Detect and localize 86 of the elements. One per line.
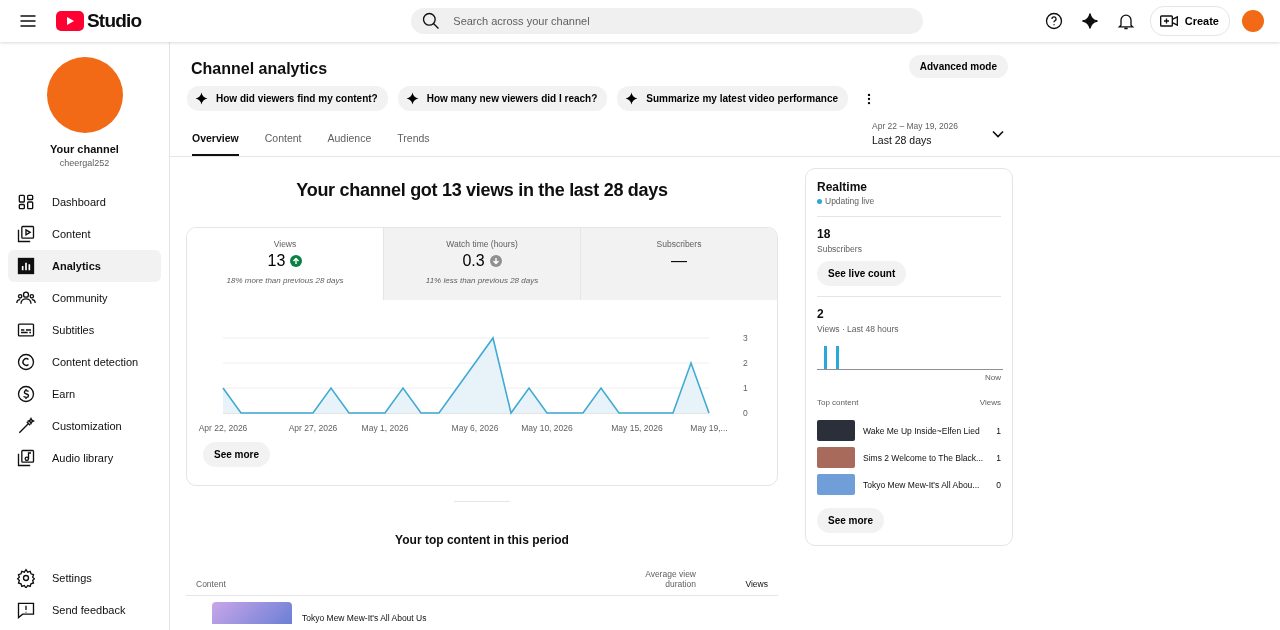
sidebar-item[interactable]: Customization xyxy=(8,410,161,442)
video-title[interactable]: Tokyo Mew Mew-It's All Abou... xyxy=(863,479,989,490)
see-more-button[interactable]: See more xyxy=(817,508,885,533)
sidebar-item[interactable]: Subtitles xyxy=(8,314,161,346)
sparkle-icon xyxy=(1079,11,1100,31)
sidebar-item[interactable]: Community xyxy=(8,282,161,314)
sidebar-item[interactable]: Dashboard xyxy=(8,186,161,218)
y-tick-label: 2 xyxy=(743,358,748,368)
column-header[interactable]: Views xyxy=(696,579,768,589)
x-tick-label: May 10, 2026 xyxy=(521,423,573,433)
sparkle-icon xyxy=(625,92,639,105)
advanced-mode-button[interactable]: Advanced mode xyxy=(908,54,1008,78)
views-count: 2 xyxy=(817,307,825,321)
see-more-button[interactable]: See more xyxy=(203,442,271,467)
audio-icon xyxy=(16,448,36,468)
tab[interactable]: Audience xyxy=(327,124,372,156)
arrow-down-icon xyxy=(489,255,502,267)
suggestion-chip[interactable]: How did viewers find my content? xyxy=(187,86,388,111)
metric-tab[interactable]: Watch time (hours) 0.3 11% less than previous 28 days xyxy=(383,228,580,300)
page-title: Channel analytics xyxy=(191,60,328,78)
views-label: Views · Last 48 hours xyxy=(817,324,900,334)
customization-icon xyxy=(16,416,36,436)
y-tick-label: 0 xyxy=(743,408,748,418)
x-tick-label: Apr 27, 2026 xyxy=(288,423,338,433)
x-tick-label: May 15, 2026 xyxy=(611,423,663,433)
y-tick-label: 3 xyxy=(743,333,748,343)
metric-tab[interactable]: Subscribers — xyxy=(580,228,777,300)
live-status: Updating live xyxy=(825,196,875,206)
thumbnail-placeholder[interactable] xyxy=(817,420,855,441)
tab[interactable]: Content xyxy=(264,124,302,156)
video-title[interactable]: Wake Me Up Inside~Elfen Lied xyxy=(863,425,989,436)
sparkle-icon xyxy=(195,92,208,105)
video-title[interactable]: Tokyo Mew Mew-It's All About Us xyxy=(302,613,427,623)
subscriber-count: 18 xyxy=(817,227,832,241)
content-icon xyxy=(16,224,36,244)
sidebar-item[interactable]: Settings xyxy=(8,562,161,594)
x-tick-label: May 6, 2026 xyxy=(451,423,499,433)
top-content-label: Top content xyxy=(817,398,859,407)
x-tick-label: May 1, 2026 xyxy=(361,423,409,433)
period-label[interactable]: Last 28 days xyxy=(872,134,958,146)
sidebar-item[interactable]: Content xyxy=(8,218,161,250)
sidebar-item[interactable]: Send feedback xyxy=(8,594,161,626)
dashboard-icon xyxy=(16,192,36,212)
column-header: Content xyxy=(196,579,227,589)
gear-icon xyxy=(16,568,36,588)
tab[interactable]: Trends xyxy=(397,124,430,156)
search-field[interactable]: Search across your channel xyxy=(411,8,924,34)
studio-logo-text: Studio xyxy=(87,10,142,32)
search-input[interactable]: Search across your channel xyxy=(451,14,914,28)
x-tick-label: May 19,... xyxy=(690,423,728,433)
sidebar-item[interactable]: Audio library xyxy=(8,442,161,474)
tab[interactable]: Overview xyxy=(192,124,239,156)
thumbnail-placeholder[interactable] xyxy=(817,474,855,495)
views-column-label: Views xyxy=(979,398,1001,407)
thumbnail-placeholder[interactable] xyxy=(817,447,855,468)
live-dot-icon xyxy=(817,198,822,204)
view-count: 1 xyxy=(996,452,1001,463)
sidebar-item[interactable]: Analytics xyxy=(8,250,161,282)
channel-handle: cheergal252 xyxy=(59,158,110,168)
sidebar-item[interactable]: Content detection xyxy=(8,346,161,378)
arrow-up-icon xyxy=(290,255,303,267)
view-count: 0 xyxy=(996,479,1001,490)
video-title[interactable]: Sims 2 Welcome to The Black... xyxy=(863,452,989,463)
x-tick-label: Apr 22, 2026 xyxy=(198,423,248,433)
views-headline: Your channel got 13 views in the last 28 days xyxy=(295,180,669,201)
date-range: Apr 22 – May 19, 2026 xyxy=(872,121,958,131)
create-button[interactable]: Create xyxy=(1149,6,1230,36)
help-icon xyxy=(1043,11,1064,31)
channel-name: Your channel xyxy=(50,143,119,155)
card-title: Realtime xyxy=(817,180,869,194)
suggestion-chip[interactable]: How many new viewers did I reach? xyxy=(397,86,608,111)
sidebar-item[interactable]: Earn xyxy=(8,378,161,410)
section-title: Your top content in this period xyxy=(394,533,570,547)
see-live-count-button[interactable]: See live count xyxy=(817,261,907,286)
column-header[interactable]: Average view duration xyxy=(616,569,696,589)
y-tick-label: 1 xyxy=(743,383,748,393)
sparkle-icon xyxy=(405,92,419,105)
thumbnail-placeholder[interactable] xyxy=(212,602,292,624)
view-count: 1 xyxy=(996,425,1001,436)
analytics-icon xyxy=(16,256,36,276)
suggestion-chip[interactable]: Summarize my latest video performance xyxy=(617,86,849,111)
feedback-icon xyxy=(16,600,36,620)
subscribers-label: Subscribers xyxy=(817,244,863,254)
play-logo-icon xyxy=(56,11,84,31)
now-label: Now xyxy=(984,373,1001,382)
account-avatar[interactable] xyxy=(1242,10,1264,32)
